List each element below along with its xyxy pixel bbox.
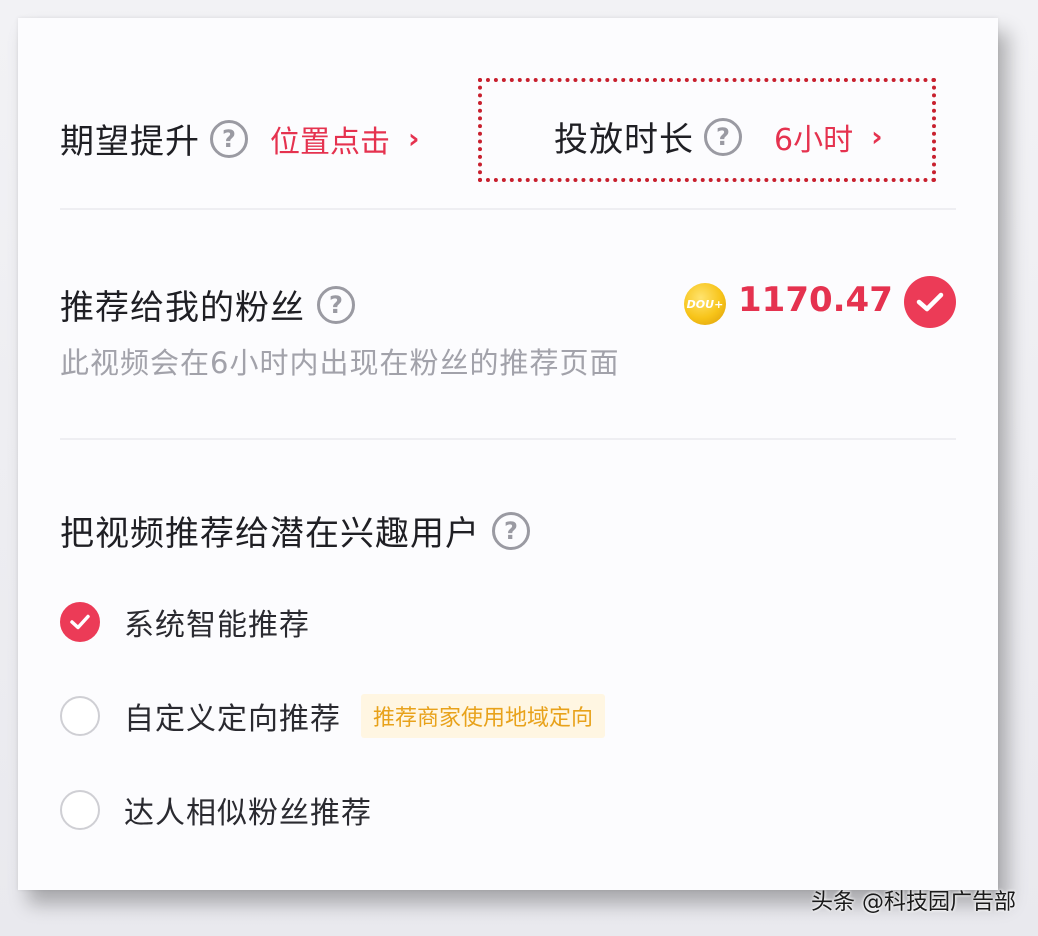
merchant-tip-badge: 推荐商家使用地域定向 xyxy=(361,694,606,738)
expected-goal-selector[interactable]: 期望提升 ? 位置点击 › xyxy=(60,114,420,163)
radio-unchecked[interactable] xyxy=(60,790,100,830)
duration-highlight-box: 投放时长 ? 6小时 › xyxy=(478,78,936,182)
check-icon xyxy=(70,614,90,630)
fans-recommend-label: 推荐给我的粉丝 xyxy=(60,288,305,328)
option-smart-recommend[interactable]: 系统智能推荐 xyxy=(60,600,310,644)
interest-users-title: 把视频推荐给潜在兴趣用户 ? xyxy=(60,506,530,555)
option-label: 自定义定向推荐 xyxy=(124,702,341,737)
help-circle-icon[interactable]: ? xyxy=(210,119,248,158)
chevron-right-icon: › xyxy=(871,120,883,153)
help-circle-icon[interactable]: ? xyxy=(317,285,355,324)
expected-goal-label: 期望提升 xyxy=(60,122,200,162)
chevron-right-icon: › xyxy=(408,122,420,155)
expected-goal-value: 位置点击 xyxy=(270,124,390,160)
coin-icon: DOU+ xyxy=(684,283,726,325)
help-circle-icon[interactable]: ? xyxy=(492,511,530,550)
fans-recommend-price: 1170.47 xyxy=(738,280,893,320)
interest-users-label: 把视频推荐给潜在兴趣用户 xyxy=(60,514,480,554)
radio-unchecked[interactable] xyxy=(60,696,100,736)
divider xyxy=(60,208,956,210)
fans-recommend-checkbox[interactable] xyxy=(904,276,956,328)
duration-value: 6小时 xyxy=(774,122,854,158)
fans-recommend-title: 推荐给我的粉丝 ? xyxy=(60,280,355,329)
coin-label: DOU+ xyxy=(686,297,724,311)
duration-selector[interactable]: 投放时长 ? 6小时 › xyxy=(554,112,883,161)
fans-recommend-description: 此视频会在6小时内出现在粉丝的推荐页面 xyxy=(60,346,620,380)
promotion-settings-card: 期望提升 ? 位置点击 › 投放时长 ? 6小时 › 推荐给我的粉丝 ? 此视频… xyxy=(18,18,998,890)
option-label: 系统智能推荐 xyxy=(124,608,310,643)
option-label: 达人相似粉丝推荐 xyxy=(124,796,372,831)
option-custom-targeting[interactable]: 自定义定向推荐 推荐商家使用地域定向 xyxy=(60,694,606,738)
screen: 期望提升 ? 位置点击 › 投放时长 ? 6小时 › 推荐给我的粉丝 ? 此视频… xyxy=(0,0,1038,936)
watermark: 头条 @科技园广告部 xyxy=(811,890,1016,915)
divider xyxy=(60,438,956,440)
help-circle-icon[interactable]: ? xyxy=(704,117,742,156)
option-similar-fans[interactable]: 达人相似粉丝推荐 xyxy=(60,788,372,832)
duration-label: 投放时长 xyxy=(554,120,694,160)
check-icon xyxy=(916,292,944,312)
boost-settings-row: 期望提升 ? 位置点击 › 投放时长 ? 6小时 › xyxy=(18,78,998,188)
radio-checked[interactable] xyxy=(60,602,100,642)
